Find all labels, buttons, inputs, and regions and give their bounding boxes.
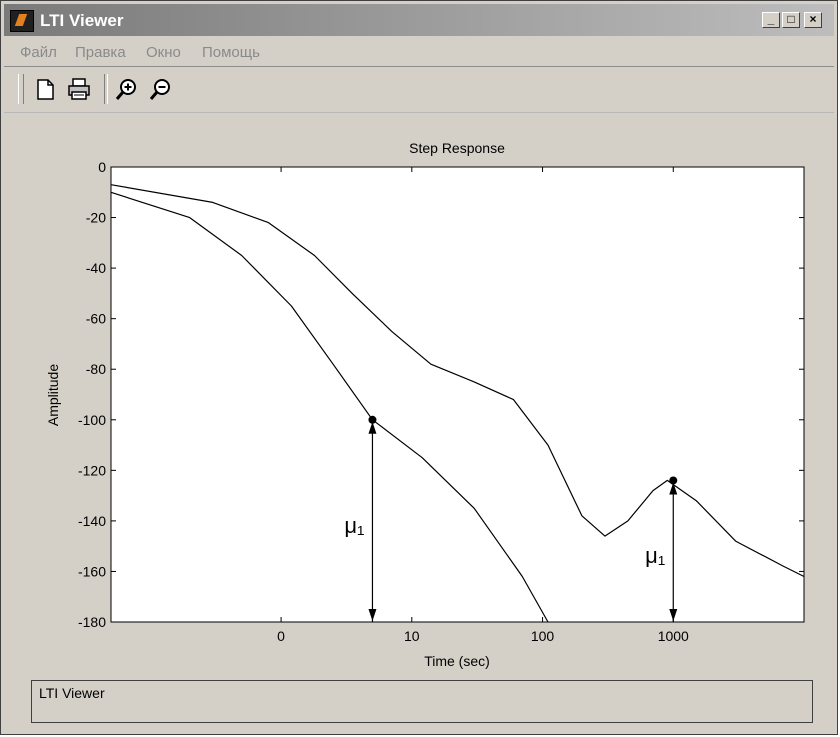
lti-viewer-window: LTI Viewer _ □ × Файл Правка Окно Помощь xyxy=(0,0,838,735)
menu-edit[interactable]: Правка xyxy=(75,44,126,61)
chart-title: Step Response xyxy=(409,140,505,156)
new-file-icon[interactable] xyxy=(32,76,58,102)
annotation-label-mu-2: μ₁ xyxy=(645,543,665,568)
y-tick-label: -180 xyxy=(78,614,106,630)
close-button[interactable]: × xyxy=(804,12,822,28)
y-tick-label: -80 xyxy=(86,361,106,377)
window-title: LTI Viewer xyxy=(40,11,124,30)
y-tick-label: 0 xyxy=(98,159,106,175)
y-tick-label: -160 xyxy=(78,563,106,579)
y-tick-label: -120 xyxy=(78,462,106,478)
x-tick-label: 10 xyxy=(404,628,420,644)
y-tick-label: -40 xyxy=(86,260,106,276)
maximize-button[interactable]: □ xyxy=(782,12,800,28)
menu-file[interactable]: Файл xyxy=(20,44,57,61)
plot-area[interactable] xyxy=(110,166,805,623)
annotation-marker xyxy=(669,476,678,485)
zoom-out-icon[interactable] xyxy=(148,76,174,102)
x-tick-label: 0 xyxy=(277,628,285,644)
toolbar xyxy=(4,68,834,113)
minimize-button[interactable]: _ xyxy=(762,12,780,28)
y-tick-label: -140 xyxy=(78,513,106,529)
print-icon[interactable] xyxy=(66,76,92,102)
status-panel: LTI Viewer xyxy=(31,680,813,723)
toolbar-grip[interactable] xyxy=(18,74,24,104)
figure-area: Step Response Time (sec) Amplitude 0 -20 -… xyxy=(4,113,834,733)
zoom-in-icon[interactable] xyxy=(114,76,140,102)
menu-bar: Файл Правка Окно Помощь xyxy=(4,38,834,67)
x-tick-label: 100 xyxy=(531,628,555,644)
menu-help[interactable]: Помощь xyxy=(202,44,260,61)
status-text: LTI Viewer xyxy=(39,685,105,701)
menu-window[interactable]: Окно xyxy=(146,44,181,61)
title-bar[interactable]: LTI Viewer _ □ × xyxy=(4,4,834,36)
x-tick-label: 1000 xyxy=(658,628,689,644)
y-tick-label: -60 xyxy=(86,311,106,327)
annotation-marker xyxy=(368,415,377,424)
y-tick-label: -100 xyxy=(78,412,106,428)
y-tick-label: -20 xyxy=(86,210,106,226)
annotation-label-mu-1: μ₁ xyxy=(344,513,364,538)
matlab-app-icon xyxy=(10,10,34,32)
step-response-chart[interactable]: Step Response Time (sec) Amplitude 0 -20 -… xyxy=(4,113,834,678)
toolbar-separator xyxy=(104,74,108,104)
y-axis-label: Amplitude xyxy=(45,364,61,426)
x-axis-label: Time (sec) xyxy=(424,653,490,669)
